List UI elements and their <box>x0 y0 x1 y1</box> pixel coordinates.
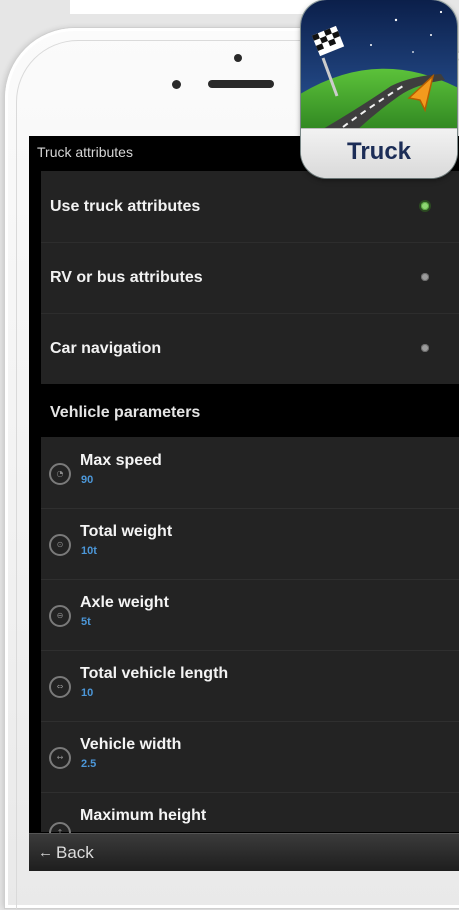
screen-title: Truck attributes <box>37 144 133 160</box>
param-name: Max speed <box>80 452 162 469</box>
app-screen: Truck attributes Use truck attributes RV… <box>29 136 459 871</box>
param-row-axle-weight[interactable]: ⊖ Axle weight 5t <box>41 579 459 651</box>
param-value: 2.5 <box>81 758 97 770</box>
section-heading-vehicle-parameters: Vehlicle parameters <box>50 404 201 421</box>
back-arrow-icon: ← <box>38 844 53 861</box>
proximity-sensor <box>234 54 242 62</box>
option-car-navigation[interactable]: Car navigation <box>41 313 459 384</box>
param-name: Vehicle width <box>80 736 182 753</box>
app-icon-label: Truck <box>346 138 412 165</box>
param-value: 10t <box>81 545 97 557</box>
length-icon: ⇔ <box>49 676 71 698</box>
radio-unselected-icon[interactable] <box>421 273 429 281</box>
vehicle-parameters-panel: ◔ Max speed 90 ⊙ Total weight 10t ⊖ Axle… <box>41 437 459 844</box>
option-label: Car navigation <box>50 340 162 357</box>
front-camera-icon <box>172 80 181 89</box>
back-button[interactable]: ← Back <box>29 833 459 871</box>
weight-icon: ⊙ <box>49 534 71 556</box>
truck-app-icon: Truck <box>301 0 457 178</box>
param-row-total-weight[interactable]: ⊙ Total weight 10t <box>41 508 459 580</box>
option-label: RV or bus attributes <box>50 269 203 286</box>
option-label: Use truck attributes <box>50 198 201 215</box>
option-rv-or-bus-attributes[interactable]: RV or bus attributes <box>41 242 459 314</box>
radio-selected-icon[interactable] <box>421 202 429 210</box>
app-icon-artwork <box>301 0 457 136</box>
option-use-truck-attributes[interactable]: Use truck attributes <box>41 171 459 243</box>
earpiece-speaker <box>208 80 274 88</box>
axle-icon: ⊖ <box>49 605 71 627</box>
width-icon: ↔ <box>49 747 71 769</box>
param-name: Axle weight <box>80 594 169 611</box>
param-row-total-vehicle-length[interactable]: ⇔ Total vehicle length 10 <box>41 650 459 722</box>
mode-options-panel: Use truck attributes RV or bus attribute… <box>41 171 459 384</box>
speedometer-icon: ◔ <box>49 463 71 485</box>
param-row-vehicle-width[interactable]: ↔ Vehicle width 2.5 <box>41 721 459 793</box>
param-name: Maximum height <box>80 807 207 824</box>
param-value: 5t <box>81 616 91 628</box>
app-icon-label-bar: Truck <box>301 128 457 178</box>
param-value: 90 <box>81 474 94 486</box>
param-row-max-speed[interactable]: ◔ Max speed 90 <box>41 437 459 509</box>
back-label: Back <box>56 843 94 862</box>
param-value: 10 <box>81 687 94 699</box>
radio-unselected-icon[interactable] <box>421 344 429 352</box>
param-name: Total vehicle length <box>80 665 229 682</box>
param-name: Total weight <box>80 523 173 540</box>
